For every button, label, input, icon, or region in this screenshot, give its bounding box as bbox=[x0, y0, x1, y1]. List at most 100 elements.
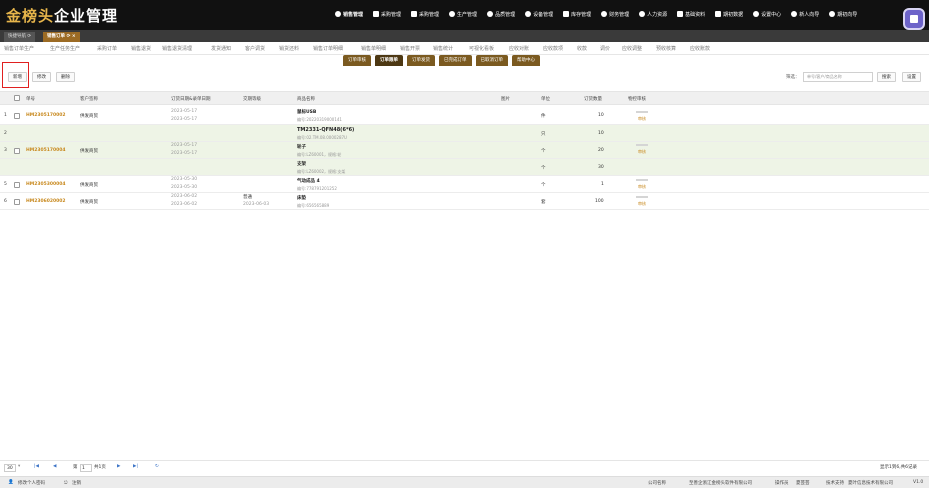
nav-sales[interactable]: 销售管理 bbox=[330, 8, 368, 20]
edit-button[interactable]: 修改 bbox=[32, 72, 51, 82]
submenu-item[interactable]: 销货还料 bbox=[279, 45, 299, 52]
order-number-link[interactable]: HM2305170004 bbox=[26, 148, 66, 153]
tab-cancelled[interactable]: 已取消订单 bbox=[475, 55, 508, 66]
submenu-item[interactable]: 可视化看板 bbox=[469, 45, 494, 52]
nav-quality[interactable]: 品质管理 bbox=[482, 8, 520, 20]
nav-inventory[interactable]: 库存管理 bbox=[558, 8, 596, 20]
tab-sales-order[interactable]: 销售订单 ⟳ × bbox=[43, 32, 80, 42]
order-number-link[interactable]: HM2305170002 bbox=[26, 113, 66, 118]
sales-icon bbox=[335, 11, 341, 17]
nav-equipment[interactable]: 设备管理 bbox=[520, 8, 558, 20]
audit-status[interactable]: 审核 bbox=[638, 201, 646, 207]
next-page-icon[interactable]: ▶ bbox=[117, 464, 120, 469]
order-date: 2023-06-02 bbox=[171, 194, 198, 199]
company-value: 至善企浙江金榜头软件有限公司 bbox=[689, 481, 752, 486]
row-checkbox[interactable] bbox=[14, 113, 20, 119]
submenu-item[interactable]: 应收调整 bbox=[622, 45, 642, 52]
entry-date: 2023-06-02 bbox=[171, 202, 198, 207]
prev-page-icon[interactable]: ◀ bbox=[53, 464, 56, 469]
nav-hr[interactable]: 人力资源 bbox=[634, 8, 672, 20]
submenu-item[interactable]: 调价 bbox=[600, 45, 610, 52]
submenu-item[interactable]: 销售订单明细 bbox=[313, 45, 343, 52]
tab-order-audit[interactable]: 订单审核 bbox=[343, 55, 371, 66]
col-dates[interactable]: 订货日期&录单日期 bbox=[171, 96, 211, 102]
first-page-icon[interactable]: |◀ bbox=[34, 464, 39, 469]
submenu-item[interactable]: 销售统计 bbox=[433, 45, 453, 52]
search-input[interactable]: 单号/客户/商品名称 bbox=[803, 72, 873, 82]
submenu-item[interactable]: 销售退货清理 bbox=[162, 45, 192, 52]
table-row[interactable]: 2 TM2331-QFN48(6*6) 编号:02.TM.08.0000287U… bbox=[0, 125, 929, 142]
table-row[interactable]: 3 HM2305170004 供发商贸 2023-05-17 2023-05-1… bbox=[0, 142, 929, 159]
page-input[interactable]: 1 bbox=[80, 464, 92, 472]
nav-requirement[interactable]: 采购管理 bbox=[368, 8, 406, 20]
col-image[interactable]: 图片 bbox=[501, 96, 510, 102]
audit-status[interactable]: 审核 bbox=[638, 149, 646, 155]
order-number-link[interactable]: HM2305300004 bbox=[26, 182, 66, 187]
refresh-icon[interactable]: ↻ bbox=[155, 464, 159, 469]
table-row[interactable]: 5 HM2305300004 供发商贸 2023-05-30 2023-05-3… bbox=[0, 176, 929, 193]
tab-completed[interactable]: 已完成订单 bbox=[439, 55, 472, 66]
search-button[interactable]: 搜索 bbox=[877, 72, 896, 82]
order-number-link[interactable]: HM2306020002 bbox=[26, 199, 66, 204]
tab-order-ship[interactable]: 订单发货 bbox=[407, 55, 435, 66]
col-qty[interactable]: 订货数量 bbox=[584, 96, 602, 102]
change-password-link[interactable]: 修改个人密码 bbox=[18, 480, 45, 486]
table-row[interactable]: 1 HM2305170002 供发商贸 2023-05-17 2023-05-1… bbox=[0, 106, 929, 125]
page-size-select[interactable]: 30 bbox=[4, 464, 16, 472]
col-product[interactable]: 商品名称 bbox=[297, 96, 315, 102]
progress-bar bbox=[636, 111, 648, 113]
nav-new-guide[interactable]: 新人向导 bbox=[786, 8, 824, 20]
table-row[interactable]: 支架 编号:LZ60002，规格:支架 个 30 bbox=[0, 159, 929, 176]
submenu-item[interactable]: 发货通知 bbox=[211, 45, 231, 52]
nav-initial-data[interactable]: 期初数据 bbox=[710, 8, 748, 20]
nav-purchase[interactable]: 采购管理 bbox=[406, 8, 444, 20]
last-page-icon[interactable]: ▶| bbox=[133, 464, 138, 469]
audit-status[interactable]: 审核 bbox=[638, 116, 646, 122]
col-level[interactable]: 交期等级 bbox=[243, 96, 261, 102]
col-customer[interactable]: 客户签称 bbox=[80, 96, 98, 102]
entry-date: 2023-05-30 bbox=[171, 185, 198, 190]
row-checkbox[interactable] bbox=[14, 199, 20, 205]
customer-name: 供发商贸 bbox=[80, 183, 98, 188]
progress-bar bbox=[636, 196, 648, 198]
settings-button[interactable]: 设置 bbox=[902, 72, 921, 82]
submenu-item[interactable]: 收款 bbox=[577, 45, 587, 52]
tab-help-center[interactable]: 帮助中心 bbox=[512, 55, 540, 66]
audit-status[interactable]: 审核 bbox=[638, 184, 646, 190]
col-order-no[interactable]: 单号 bbox=[26, 96, 35, 102]
col-status[interactable]: 物控审核 bbox=[628, 96, 646, 102]
purchase-icon bbox=[411, 11, 418, 17]
nav-initial-guide[interactable]: 期初向导 bbox=[824, 8, 862, 20]
nav-production[interactable]: 生产管理 bbox=[444, 8, 482, 20]
entry-date: 2023-05-17 bbox=[171, 117, 198, 122]
user-icon: 👤 bbox=[8, 480, 14, 485]
submenu-item[interactable]: 应收款项 bbox=[543, 45, 563, 52]
logout-link[interactable]: 注销 bbox=[72, 480, 81, 486]
table-row[interactable]: 6 HM2306020002 供发商贸 2023-06-02 2023-06-0… bbox=[0, 193, 929, 210]
submenu-item[interactable]: 应收对账 bbox=[509, 45, 529, 52]
col-unit[interactable]: 单位 bbox=[541, 96, 550, 102]
new-button[interactable]: 新增 bbox=[8, 72, 27, 82]
row-checkbox[interactable] bbox=[14, 148, 20, 154]
nav-basic-data[interactable]: 基础资料 bbox=[672, 8, 710, 20]
nav-finance[interactable]: 财务管理 bbox=[596, 8, 634, 20]
submenu-item[interactable]: 采购订单 bbox=[97, 45, 117, 52]
submenu-item[interactable]: 生产任务生产 bbox=[50, 45, 80, 52]
row-checkbox[interactable] bbox=[14, 182, 20, 188]
page-total: 共1页 bbox=[94, 465, 106, 470]
delete-button[interactable]: 删除 bbox=[56, 72, 75, 82]
submenu-item[interactable]: 应收账款 bbox=[690, 45, 710, 52]
submenu-item[interactable]: 销售退货 bbox=[131, 45, 151, 52]
tab-order-follow[interactable]: 订单跟单 bbox=[375, 55, 403, 66]
avatar[interactable] bbox=[903, 8, 925, 30]
submenu-item[interactable]: 客户调货 bbox=[245, 45, 265, 52]
select-all-checkbox[interactable] bbox=[14, 95, 20, 101]
submenu-item[interactable]: 销售开票 bbox=[400, 45, 420, 52]
submenu-item[interactable]: 销售单明细 bbox=[361, 45, 386, 52]
submenu-item[interactable]: 销售订单生产 bbox=[4, 45, 34, 52]
submenu-item[interactable]: 预收核算 bbox=[656, 45, 676, 52]
guide-icon bbox=[829, 11, 836, 17]
tab-quick-nav[interactable]: 快捷导航 ⟳ bbox=[4, 32, 36, 42]
chevron-down-icon[interactable]: ▾ bbox=[18, 464, 20, 469]
nav-settings[interactable]: 设置中心 bbox=[748, 8, 786, 20]
